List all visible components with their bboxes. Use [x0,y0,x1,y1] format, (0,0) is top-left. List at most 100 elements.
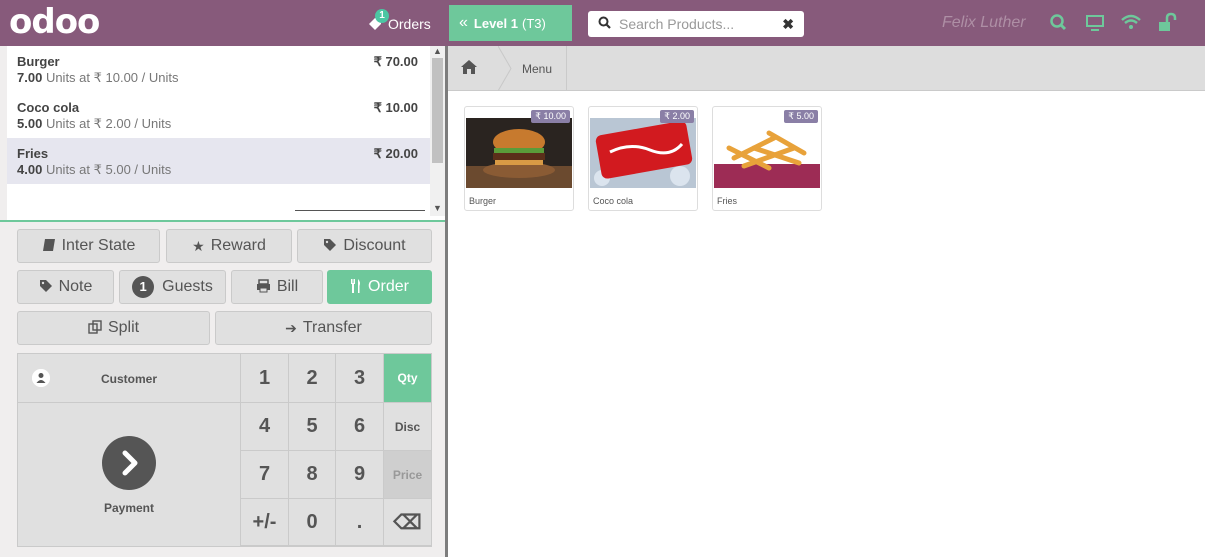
numpad-key-2[interactable]: 2 [288,354,335,403]
burger-image [466,118,572,188]
scroll-up-icon[interactable]: ▲ [433,46,442,56]
note-label: Note [58,278,93,295]
product-search: ✖ [588,11,804,37]
guests-button[interactable]: 1 Guests [119,270,226,304]
discount-button[interactable]: Discount [297,229,432,263]
breadcrumb-end [566,46,567,91]
bill-button[interactable]: Bill [231,270,323,304]
reward-label: Reward [210,237,266,254]
scroll-down-icon[interactable]: ▼ [433,203,442,213]
orderline[interactable]: Burger ₹ 70.00 7.00 Units at ₹ 10.00 / U… [7,46,432,92]
numpad-key-7[interactable]: 7 [240,451,288,499]
product-price-tag: ₹ 10.00 [531,110,570,123]
tag-icon [39,279,53,296]
search-icon[interactable] [1048,12,1070,34]
breadcrumb-menu[interactable]: Menu [522,62,552,76]
inter-state-label: Inter State [61,237,136,254]
summary-divider [295,210,425,211]
numpad-key-6[interactable]: 6 [335,403,383,451]
product-name: Burger [469,196,497,206]
search-icon [598,16,611,32]
search-input[interactable] [619,16,769,32]
top-bar: odoo Orders 1 « Level 1 (T3) ✖ Felix Lut… [0,0,1205,46]
panel-separator [0,220,445,222]
numpad-key-4[interactable]: 4 [240,403,288,451]
customer-button[interactable]: Customer [18,354,240,403]
orderline-price: ₹ 20.00 [373,146,418,161]
clear-search-icon[interactable]: ✖ [782,16,794,33]
product-screen: Menu ₹ 10.00 Burger ₹ 2.00 Coco cola ₹ 5… [448,46,1205,557]
numpad-key-1[interactable]: 1 [240,354,288,403]
product-card[interactable]: ₹ 10.00 Burger [464,106,574,211]
product-price-tag: ₹ 2.00 [660,110,694,123]
home-icon [460,59,478,78]
level-label: Level 1 [473,15,518,31]
arrow-right-icon: ➔ [285,319,297,336]
product-list: ₹ 10.00 Burger ₹ 2.00 Coco cola ₹ 5.00 F… [464,106,822,211]
mode-disc-button[interactable]: Disc [383,403,431,451]
coco-cola-image [590,118,696,188]
product-card[interactable]: ₹ 5.00 Fries [712,106,822,211]
orderline-unit-text: Units at ₹ 10.00 / Units [45,70,179,85]
guests-count-badge: 1 [132,276,155,298]
customer-label: Customer [100,372,157,386]
note-button[interactable]: Note [17,270,114,304]
table-label: (T3) [522,15,546,31]
orderline-name: Burger [17,54,60,69]
orderline-qty: 7.00 [17,70,43,85]
guests-label: Guests [162,278,213,295]
breadcrumb: Menu [448,46,1205,91]
orderline[interactable]: Coco cola ₹ 10.00 5.00 Units at ₹ 2.00 /… [7,92,432,138]
odoo-logo: odoo [9,2,100,42]
numpad-key-9[interactable]: 9 [335,451,383,499]
copy-icon [88,319,102,337]
orderline-info: 7.00 Units at ₹ 10.00 / Units [17,70,422,86]
chevron-right-circle-icon [102,436,156,490]
orderline-unit-text: Units at ₹ 5.00 / Units [45,162,172,177]
orders-count-badge: 1 [375,9,389,23]
orderline-price: ₹ 10.00 [373,100,418,115]
numpad-backspace-icon[interactable]: ⌫ [383,499,431,546]
floor-level-button[interactable]: « Level 1 (T3) [449,5,572,41]
product-name: Coco cola [593,196,634,206]
unlock-icon[interactable] [1156,12,1178,34]
transfer-button[interactable]: ➔ Transfer [215,311,432,345]
inter-state-button[interactable]: Inter State [17,229,160,263]
order-button[interactable]: Order [327,270,432,304]
mode-price-button[interactable]: Price [383,451,431,499]
cutlery-icon [350,278,362,296]
user-name[interactable]: Felix Luther [942,14,1026,32]
payment-button[interactable]: Payment [18,403,240,546]
split-label: Split [107,319,140,336]
fries-image [714,118,820,188]
numpad-key-3[interactable]: 3 [335,354,383,403]
bill-label: Bill [276,278,299,295]
scrollbar-thumb[interactable] [432,58,443,163]
orderline-unit-text: Units at ₹ 2.00 / Units [45,116,172,131]
breadcrumb-separator [498,46,512,91]
reward-button[interactable]: ★ Reward [166,229,292,263]
split-button[interactable]: Split [17,311,210,345]
numpad: 1 2 3 Qty 4 5 6 Disc 7 8 9 Price +/- 0 .… [240,354,431,546]
monitor-icon[interactable] [1084,12,1106,34]
transfer-label: Transfer [302,319,362,336]
numpad-key-0[interactable]: 0 [288,499,335,546]
orderline-price: ₹ 70.00 [373,54,418,69]
orderline-list: Burger ₹ 70.00 7.00 Units at ₹ 10.00 / U… [7,46,432,216]
numpad-key-5[interactable]: 5 [288,403,335,451]
orderline-name: Coco cola [17,100,80,115]
numpad-key-plus-minus[interactable]: +/- [240,499,288,546]
wifi-icon[interactable] [1120,12,1142,34]
tag-icon [323,238,337,255]
mode-qty-button[interactable]: Qty [383,354,431,403]
orderline-selected[interactable]: Fries ₹ 20.00 4.00 Units at ₹ 5.00 / Uni… [7,138,432,184]
orderline-scrollbar[interactable]: ▲ ▼ [430,46,445,216]
orders-label: Orders [388,16,431,32]
numpad-key-dot[interactable]: . [335,499,383,546]
orderline-info: 4.00 Units at ₹ 5.00 / Units [17,162,422,178]
discount-label: Discount [343,237,406,254]
product-price-tag: ₹ 5.00 [784,110,818,123]
orderline-qty: 5.00 [17,116,43,131]
numpad-key-8[interactable]: 8 [288,451,335,499]
product-card[interactable]: ₹ 2.00 Coco cola [588,106,698,211]
